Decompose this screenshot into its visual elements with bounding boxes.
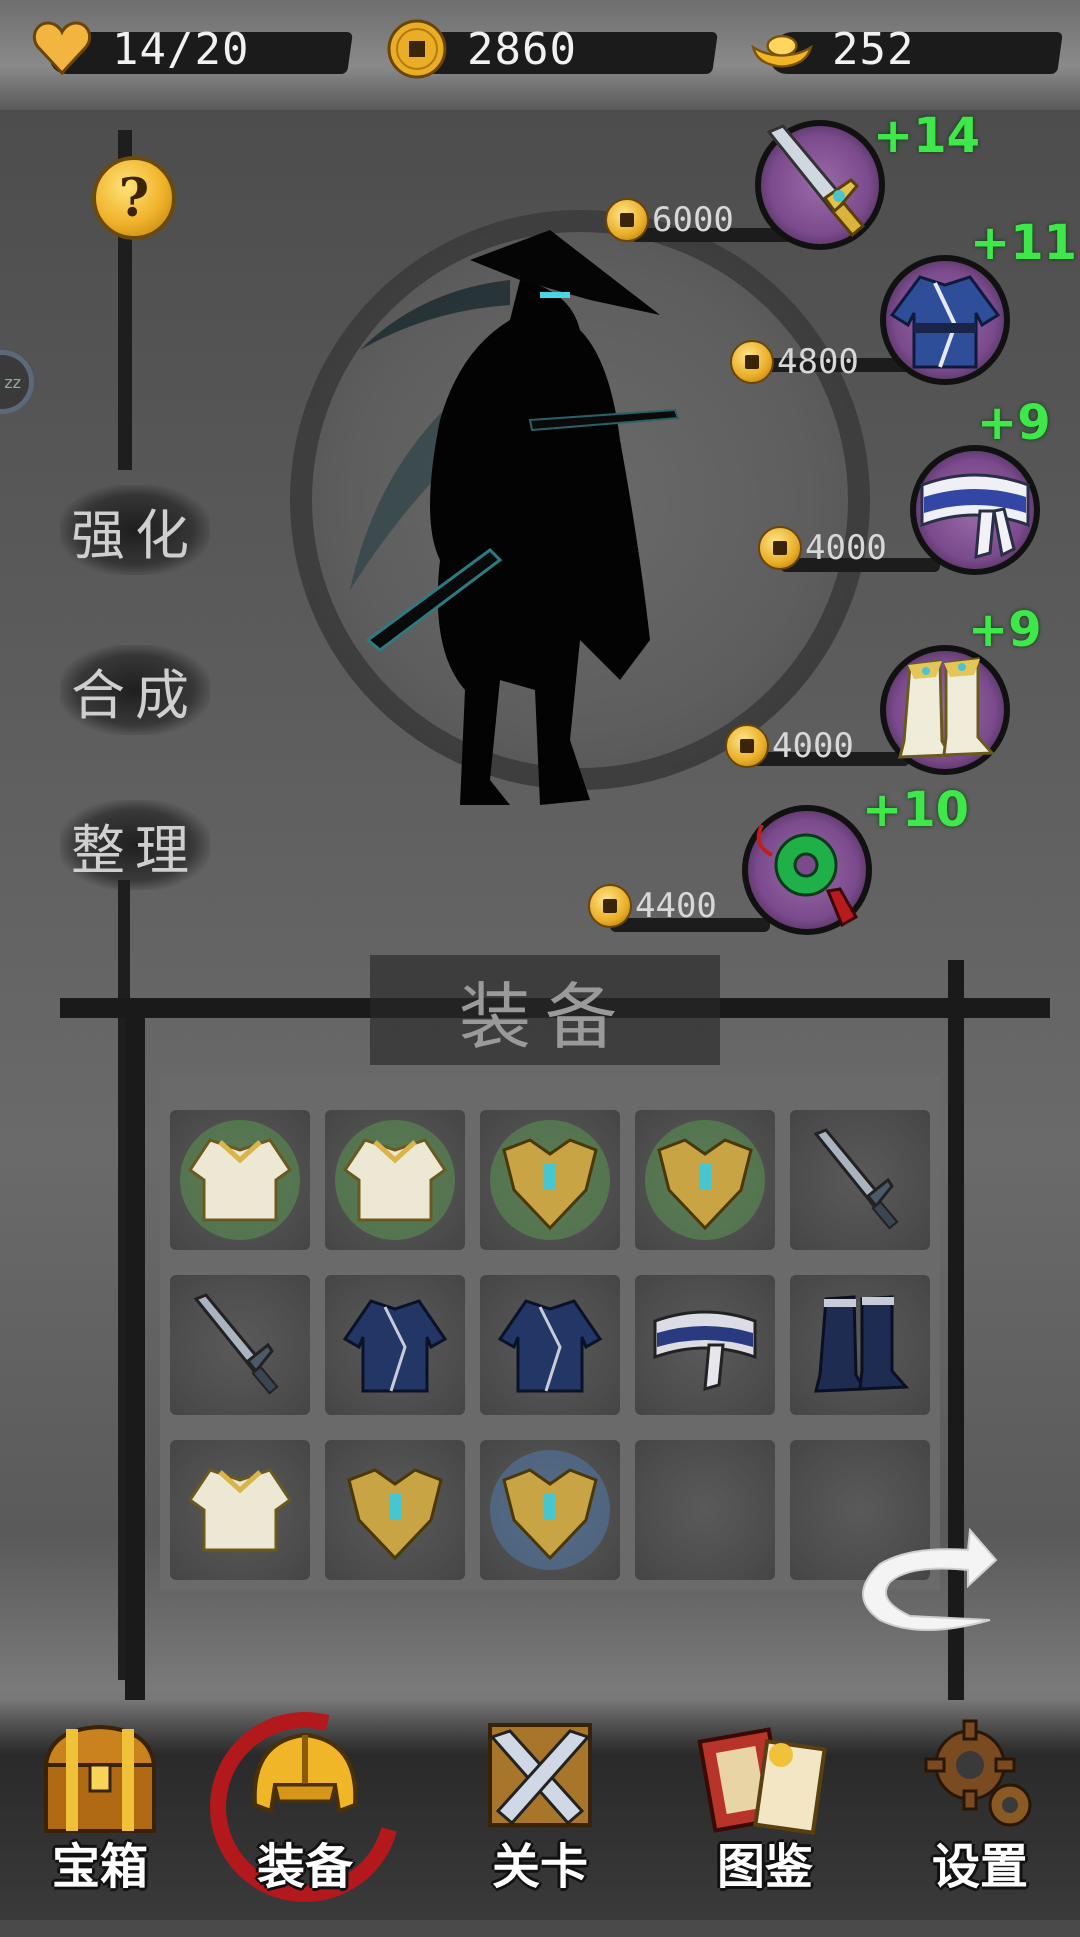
- upgrade-cost: 4000: [772, 726, 854, 766]
- sword-icon: [813, 1128, 899, 1230]
- robe-icon: [497, 1299, 603, 1393]
- upgrade-level: +10: [862, 782, 970, 838]
- coin-icon: [730, 340, 774, 384]
- ingot-counter: 252: [750, 14, 1063, 84]
- white-armor-icon: [187, 1468, 293, 1552]
- inventory-slot[interactable]: [170, 1275, 310, 1415]
- menu-combine[interactable]: 合成: [60, 645, 210, 735]
- coin-icon: [758, 526, 802, 570]
- robe-icon: [342, 1299, 448, 1393]
- inventory-slot[interactable]: [325, 1275, 465, 1415]
- inventory-slot[interactable]: [790, 1275, 930, 1415]
- tab-treasure[interactable]: 宝箱: [15, 1715, 185, 1905]
- heart-icon: [32, 21, 92, 76]
- upgrade-cost: 4800: [777, 342, 859, 382]
- inventory-slot[interactable]: [480, 1440, 620, 1580]
- tab-levels[interactable]: 关卡: [455, 1715, 625, 1905]
- inventory-slot[interactable]: [480, 1275, 620, 1415]
- inventory-slot[interactable]: [480, 1110, 620, 1250]
- tab-label: 关卡: [491, 1839, 588, 1895]
- sword-icon: [193, 1293, 279, 1395]
- coin-counter: 2860: [385, 14, 718, 84]
- crossed-swords-icon: [488, 1723, 592, 1827]
- side-drawer-handle[interactable]: zz: [0, 350, 34, 414]
- tab-equipment[interactable]: 装备: [220, 1715, 390, 1905]
- upgrade-cost: 4000: [805, 528, 887, 568]
- inventory-slot[interactable]: [325, 1110, 465, 1250]
- jade-pendant-icon: [756, 824, 859, 928]
- helmet-icon: [252, 1732, 358, 1814]
- upgrade-cost: 4400: [635, 886, 717, 926]
- inventory-slot[interactable]: [635, 1275, 775, 1415]
- inventory-slot[interactable]: [170, 1110, 310, 1250]
- inventory-slot[interactable]: [790, 1110, 930, 1250]
- upgrade-level: +14: [873, 108, 981, 164]
- gold-breastplate-icon: [502, 1138, 598, 1231]
- return-arrow-icon[interactable]: [850, 1520, 1000, 1640]
- upgrade-level: +9: [968, 602, 1042, 658]
- belt-icon: [920, 473, 1030, 560]
- resource-bar: 14/20 2860 252: [0, 0, 1080, 110]
- belt-icon: [653, 1310, 757, 1392]
- upgrade-level: +11: [970, 215, 1078, 271]
- scroll-book-icon: [697, 1727, 827, 1835]
- coin-icon: [725, 724, 769, 768]
- inventory-slot[interactable]: [635, 1110, 775, 1250]
- swordsman-silhouette: [350, 230, 680, 805]
- upgrade-level: +9: [977, 395, 1051, 451]
- white-armor-icon: [187, 1138, 293, 1222]
- inventory-grid: [160, 1075, 940, 1590]
- coin-value: 2860: [467, 23, 577, 75]
- robe-icon: [889, 275, 1001, 369]
- gold-ingot-icon: [751, 35, 813, 68]
- gold-breastplate-icon: [502, 1468, 598, 1561]
- gold-breastplate-icon: [657, 1138, 753, 1231]
- stamina-value: 14/20: [112, 23, 250, 75]
- gear-icon: [924, 1719, 1032, 1827]
- white-armor-icon: [342, 1138, 448, 1222]
- tab-settings[interactable]: 设置: [895, 1715, 1065, 1905]
- tab-codex[interactable]: 图鉴: [680, 1715, 850, 1905]
- menu-enhance[interactable]: 强化: [60, 485, 210, 575]
- coin-icon: [588, 884, 632, 928]
- panel-left-post: [125, 1000, 145, 1700]
- coin-icon: [605, 198, 649, 242]
- inventory-slot[interactable]: [325, 1440, 465, 1580]
- help-button[interactable]: ?: [92, 156, 176, 240]
- menu-organize[interactable]: 整理: [60, 800, 210, 890]
- upgrade-cost: 6000: [652, 200, 734, 240]
- boots-icon: [814, 1295, 910, 1393]
- equipment-panel-title: 装备: [458, 974, 631, 1059]
- treasure-chest-icon: [43, 1724, 157, 1833]
- gold-breastplate-icon: [347, 1468, 443, 1561]
- tab-label: 宝箱: [51, 1839, 148, 1895]
- inventory-slot-empty[interactable]: [635, 1440, 775, 1580]
- stamina-counter: 14/20: [30, 14, 353, 84]
- tab-label: 设置: [931, 1839, 1028, 1895]
- sword-icon: [766, 124, 866, 238]
- inventory-slot[interactable]: [170, 1440, 310, 1580]
- ingot-value: 252: [832, 23, 915, 75]
- boots-icon: [898, 657, 996, 759]
- tab-label: 装备: [256, 1839, 353, 1895]
- coin-icon: [387, 19, 447, 79]
- tab-label: 图鉴: [716, 1839, 813, 1895]
